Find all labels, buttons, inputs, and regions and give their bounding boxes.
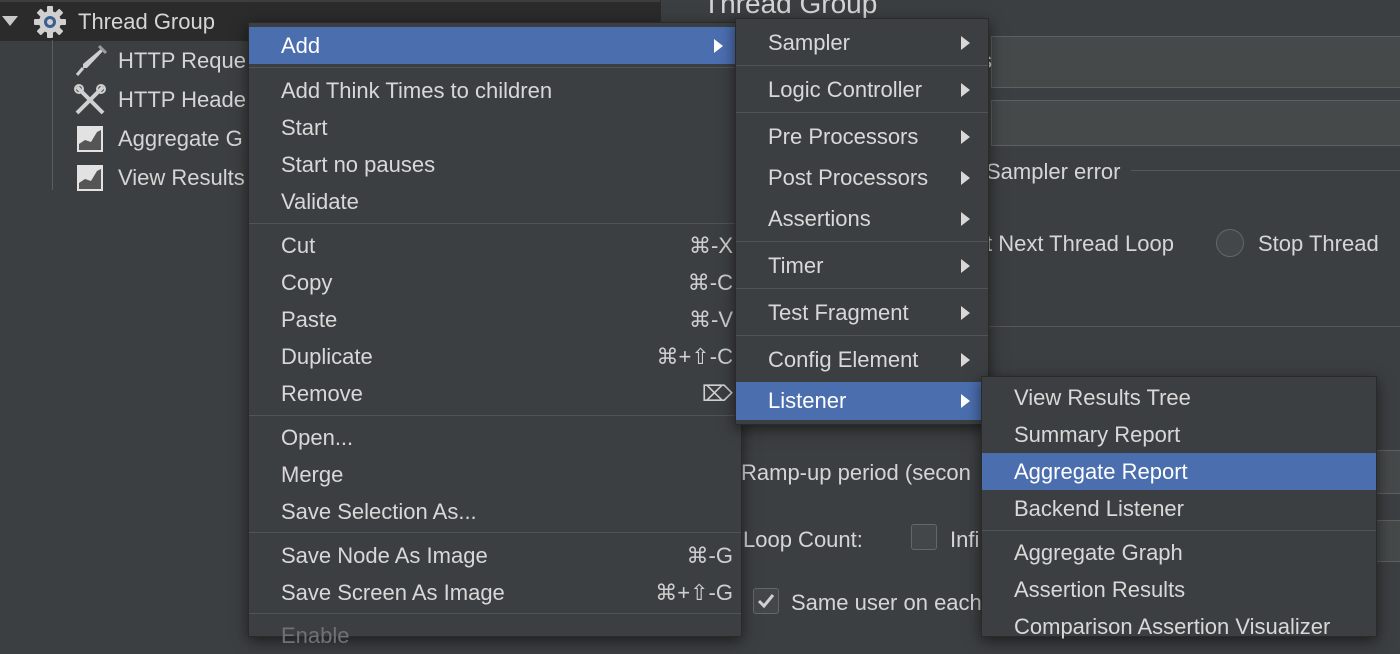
- submenu-arrow-icon: [961, 259, 970, 273]
- submenu-arrow-icon: [714, 39, 723, 53]
- menu-item-start-no-pauses[interactable]: Start no pauses: [249, 146, 741, 183]
- add-submenu: Sampler Logic Controller Pre Processors …: [735, 18, 989, 425]
- graph-icon: [72, 122, 108, 156]
- menu-item-logic-controller[interactable]: Logic Controller: [736, 71, 988, 108]
- menu-item-save-screen-as-image[interactable]: Save Screen As Image ⌘+⇧-G: [249, 574, 741, 611]
- tree-node-http-request[interactable]: HTTP Reque: [0, 41, 250, 80]
- form-title: Thread Group: [703, 0, 878, 19]
- submenu-arrow-icon: [961, 36, 970, 50]
- tree-node-label: HTTP Heade: [118, 87, 246, 112]
- tree-node-http-header[interactable]: HTTP Heade: [0, 80, 250, 119]
- menu-separator: [249, 613, 741, 614]
- menu-separator: [736, 112, 988, 113]
- radio-next-loop-label[interactable]: t Next Thread Loop: [986, 231, 1174, 257]
- submenu-arrow-icon: [961, 171, 970, 185]
- tree-node-label: Thread Group: [78, 9, 215, 34]
- submenu-arrow-icon: [961, 353, 970, 367]
- infinite-label: Infi: [950, 527, 980, 552]
- same-user-checkbox[interactable]: [753, 588, 779, 614]
- delete-key-icon: ⌦: [701, 381, 733, 406]
- menu-item-backend-listener[interactable]: Backend Listener: [982, 490, 1376, 527]
- submenu-arrow-icon: [961, 306, 970, 320]
- menu-separator: [736, 241, 988, 242]
- submenu-arrow-icon: [961, 394, 970, 408]
- menu-separator: [249, 532, 741, 533]
- menu-item-config-element[interactable]: Config Element: [736, 341, 988, 378]
- menu-item-save-selection-as[interactable]: Save Selection As...: [249, 493, 741, 530]
- menu-item-validate[interactable]: Validate: [249, 183, 741, 220]
- menu-separator: [982, 530, 1376, 531]
- context-menu: Add Add Think Times to children Start St…: [248, 22, 742, 648]
- same-user-label: Same user on each: [791, 590, 982, 615]
- expand-toggle-icon[interactable]: [2, 16, 18, 26]
- menu-item-add[interactable]: Add: [249, 27, 741, 64]
- menu-separator: [249, 415, 741, 416]
- menu-item-cut[interactable]: Cut ⌘-X: [249, 227, 741, 264]
- wrench-screwdriver-icon: [72, 83, 108, 117]
- graph-icon: [72, 161, 108, 195]
- tree-node-aggregate-graph[interactable]: Aggregate G: [0, 119, 250, 158]
- error-group-border: [1131, 170, 1400, 171]
- menu-item-listener[interactable]: Listener: [736, 382, 988, 420]
- gear-icon: [32, 5, 68, 39]
- menu-item-start[interactable]: Start: [249, 109, 741, 146]
- ramp-up-label: Ramp-up period (secon: [741, 460, 971, 485]
- menu-item-summary-report[interactable]: Summary Report: [982, 416, 1376, 453]
- stop-thread-label: Stop Thread: [1258, 231, 1379, 256]
- menu-separator: [736, 65, 988, 66]
- menu-separator: [736, 335, 988, 336]
- menu-separator: [736, 288, 988, 289]
- menu-item-enable: Enable: [281, 623, 350, 648]
- menu-item-duplicate[interactable]: Duplicate ⌘+⇧-C: [249, 338, 741, 375]
- menu-item-aggregate-graph[interactable]: Aggregate Graph: [982, 534, 1376, 571]
- submenu-arrow-icon: [961, 83, 970, 97]
- menu-item-add-think-times[interactable]: Add Think Times to children: [249, 72, 741, 109]
- tree-node-label: Aggregate G: [118, 126, 243, 151]
- menu-item-paste[interactable]: Paste ⌘-V: [249, 301, 741, 338]
- menu-item-remove[interactable]: Remove ⌦: [249, 375, 741, 412]
- menu-item-sampler[interactable]: Sampler: [736, 24, 988, 61]
- name-field[interactable]: [991, 36, 1400, 88]
- menu-separator: [249, 67, 741, 68]
- menu-item-pre-processors[interactable]: Pre Processors: [736, 118, 988, 155]
- menu-item-test-fragment[interactable]: Test Fragment: [736, 294, 988, 331]
- menu-item-copy[interactable]: Copy ⌘-C: [249, 264, 741, 301]
- menu-item-post-processors[interactable]: Post Processors: [736, 159, 988, 196]
- thread-props-border: [981, 326, 1400, 327]
- loop-count-label: Loop Count:: [743, 527, 863, 552]
- menu-item-assertions[interactable]: Assertions: [736, 200, 988, 237]
- comments-field[interactable]: [991, 100, 1400, 146]
- tree-node-view-results[interactable]: View Results: [0, 158, 250, 197]
- stop-thread-radio[interactable]: [1216, 229, 1244, 257]
- listener-submenu: View Results Tree Summary Report Aggrega…: [981, 376, 1377, 639]
- infinite-checkbox[interactable]: [911, 524, 937, 550]
- menu-item-view-results-tree[interactable]: View Results Tree: [982, 379, 1376, 416]
- menu-item-aggregate-report[interactable]: Aggregate Report: [982, 453, 1376, 490]
- pipette-icon: [72, 44, 108, 78]
- check-icon: [757, 594, 775, 609]
- menu-item-assertion-results[interactable]: Assertion Results: [982, 571, 1376, 608]
- menu-item-timer[interactable]: Timer: [736, 247, 988, 284]
- submenu-arrow-icon: [961, 212, 970, 226]
- menu-item-merge[interactable]: Merge: [249, 456, 741, 493]
- tree-node-label: View Results: [118, 165, 245, 190]
- tree-node-label: HTTP Reque: [118, 48, 246, 73]
- error-action-label: Sampler error: [986, 159, 1121, 184]
- menu-item-open[interactable]: Open...: [249, 419, 741, 456]
- menu-separator: [249, 223, 741, 224]
- menu-item-comparison-assertion-visualizer[interactable]: Comparison Assertion Visualizer: [982, 608, 1376, 645]
- submenu-arrow-icon: [961, 130, 970, 144]
- menu-item-save-node-as-image[interactable]: Save Node As Image ⌘-G: [249, 537, 741, 574]
